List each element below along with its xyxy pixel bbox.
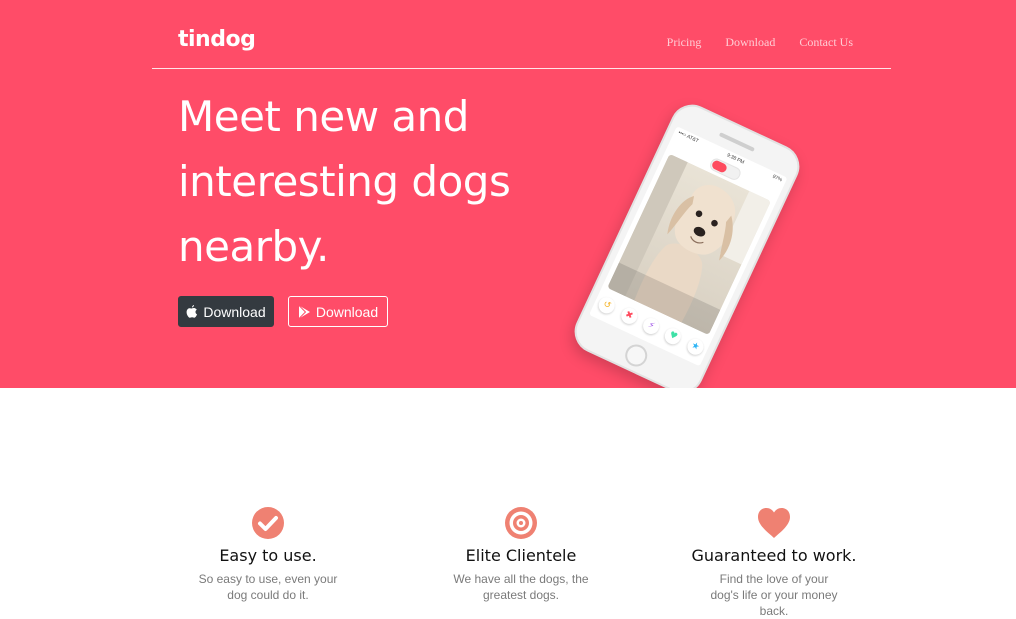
check-circle-icon bbox=[252, 507, 284, 539]
hero-section: tindog Pricing Download Contact Us Meet … bbox=[0, 0, 1016, 388]
feature-guaranteed: Guaranteed to work. Find the love of you… bbox=[664, 506, 884, 619]
top-nav: Pricing Download Contact Us bbox=[667, 35, 853, 50]
download-apple-button[interactable]: Download bbox=[178, 296, 274, 327]
nav-link-contact-us[interactable]: Contact Us bbox=[799, 35, 853, 50]
brand-logo[interactable]: tindog bbox=[178, 27, 256, 52]
features-section: Easy to use. So easy to use, even your d… bbox=[0, 388, 1016, 618]
heart-icon bbox=[758, 508, 790, 538]
battery-label: 97% bbox=[771, 173, 784, 184]
feature-easy-to-use: Easy to use. So easy to use, even your d… bbox=[158, 506, 378, 603]
phone-mockup: •••○ AT&T 9:38 PM 97% ↺ ✖ ⚡ ♥ ★ bbox=[567, 97, 807, 388]
nav-link-pricing[interactable]: Pricing bbox=[667, 35, 702, 50]
download-apple-label: Download bbox=[203, 303, 266, 320]
feature-title: Elite Clientele bbox=[465, 546, 577, 565]
feature-title: Guaranteed to work. bbox=[691, 546, 857, 565]
nav-divider bbox=[152, 68, 891, 69]
feature-description: Find the love of your dog's life or your… bbox=[710, 572, 838, 618]
bullseye-icon bbox=[505, 507, 537, 539]
superlike-icon: ★ bbox=[684, 336, 706, 358]
download-google-play-button[interactable]: Download bbox=[288, 296, 388, 327]
feature-description: So easy to use, even your dog could do i… bbox=[198, 572, 338, 602]
boost-icon: ⚡ bbox=[640, 315, 662, 337]
hero-headline: Meet new and interesting dogs nearby. bbox=[178, 92, 511, 271]
rewind-icon: ↺ bbox=[596, 294, 618, 317]
nav-link-download[interactable]: Download bbox=[725, 35, 775, 50]
download-google-play-label: Download bbox=[315, 303, 379, 320]
feature-description: We have all the dogs, the greatest dogs. bbox=[453, 572, 589, 602]
dislike-icon: ✖ bbox=[618, 305, 640, 327]
google-play-icon bbox=[298, 304, 310, 319]
feature-elite-clientele: Elite Clientele We have all the dogs, th… bbox=[411, 506, 631, 603]
feature-title: Easy to use. bbox=[219, 546, 317, 565]
apple-icon bbox=[186, 304, 198, 318]
like-icon: ♥ bbox=[662, 325, 684, 347]
